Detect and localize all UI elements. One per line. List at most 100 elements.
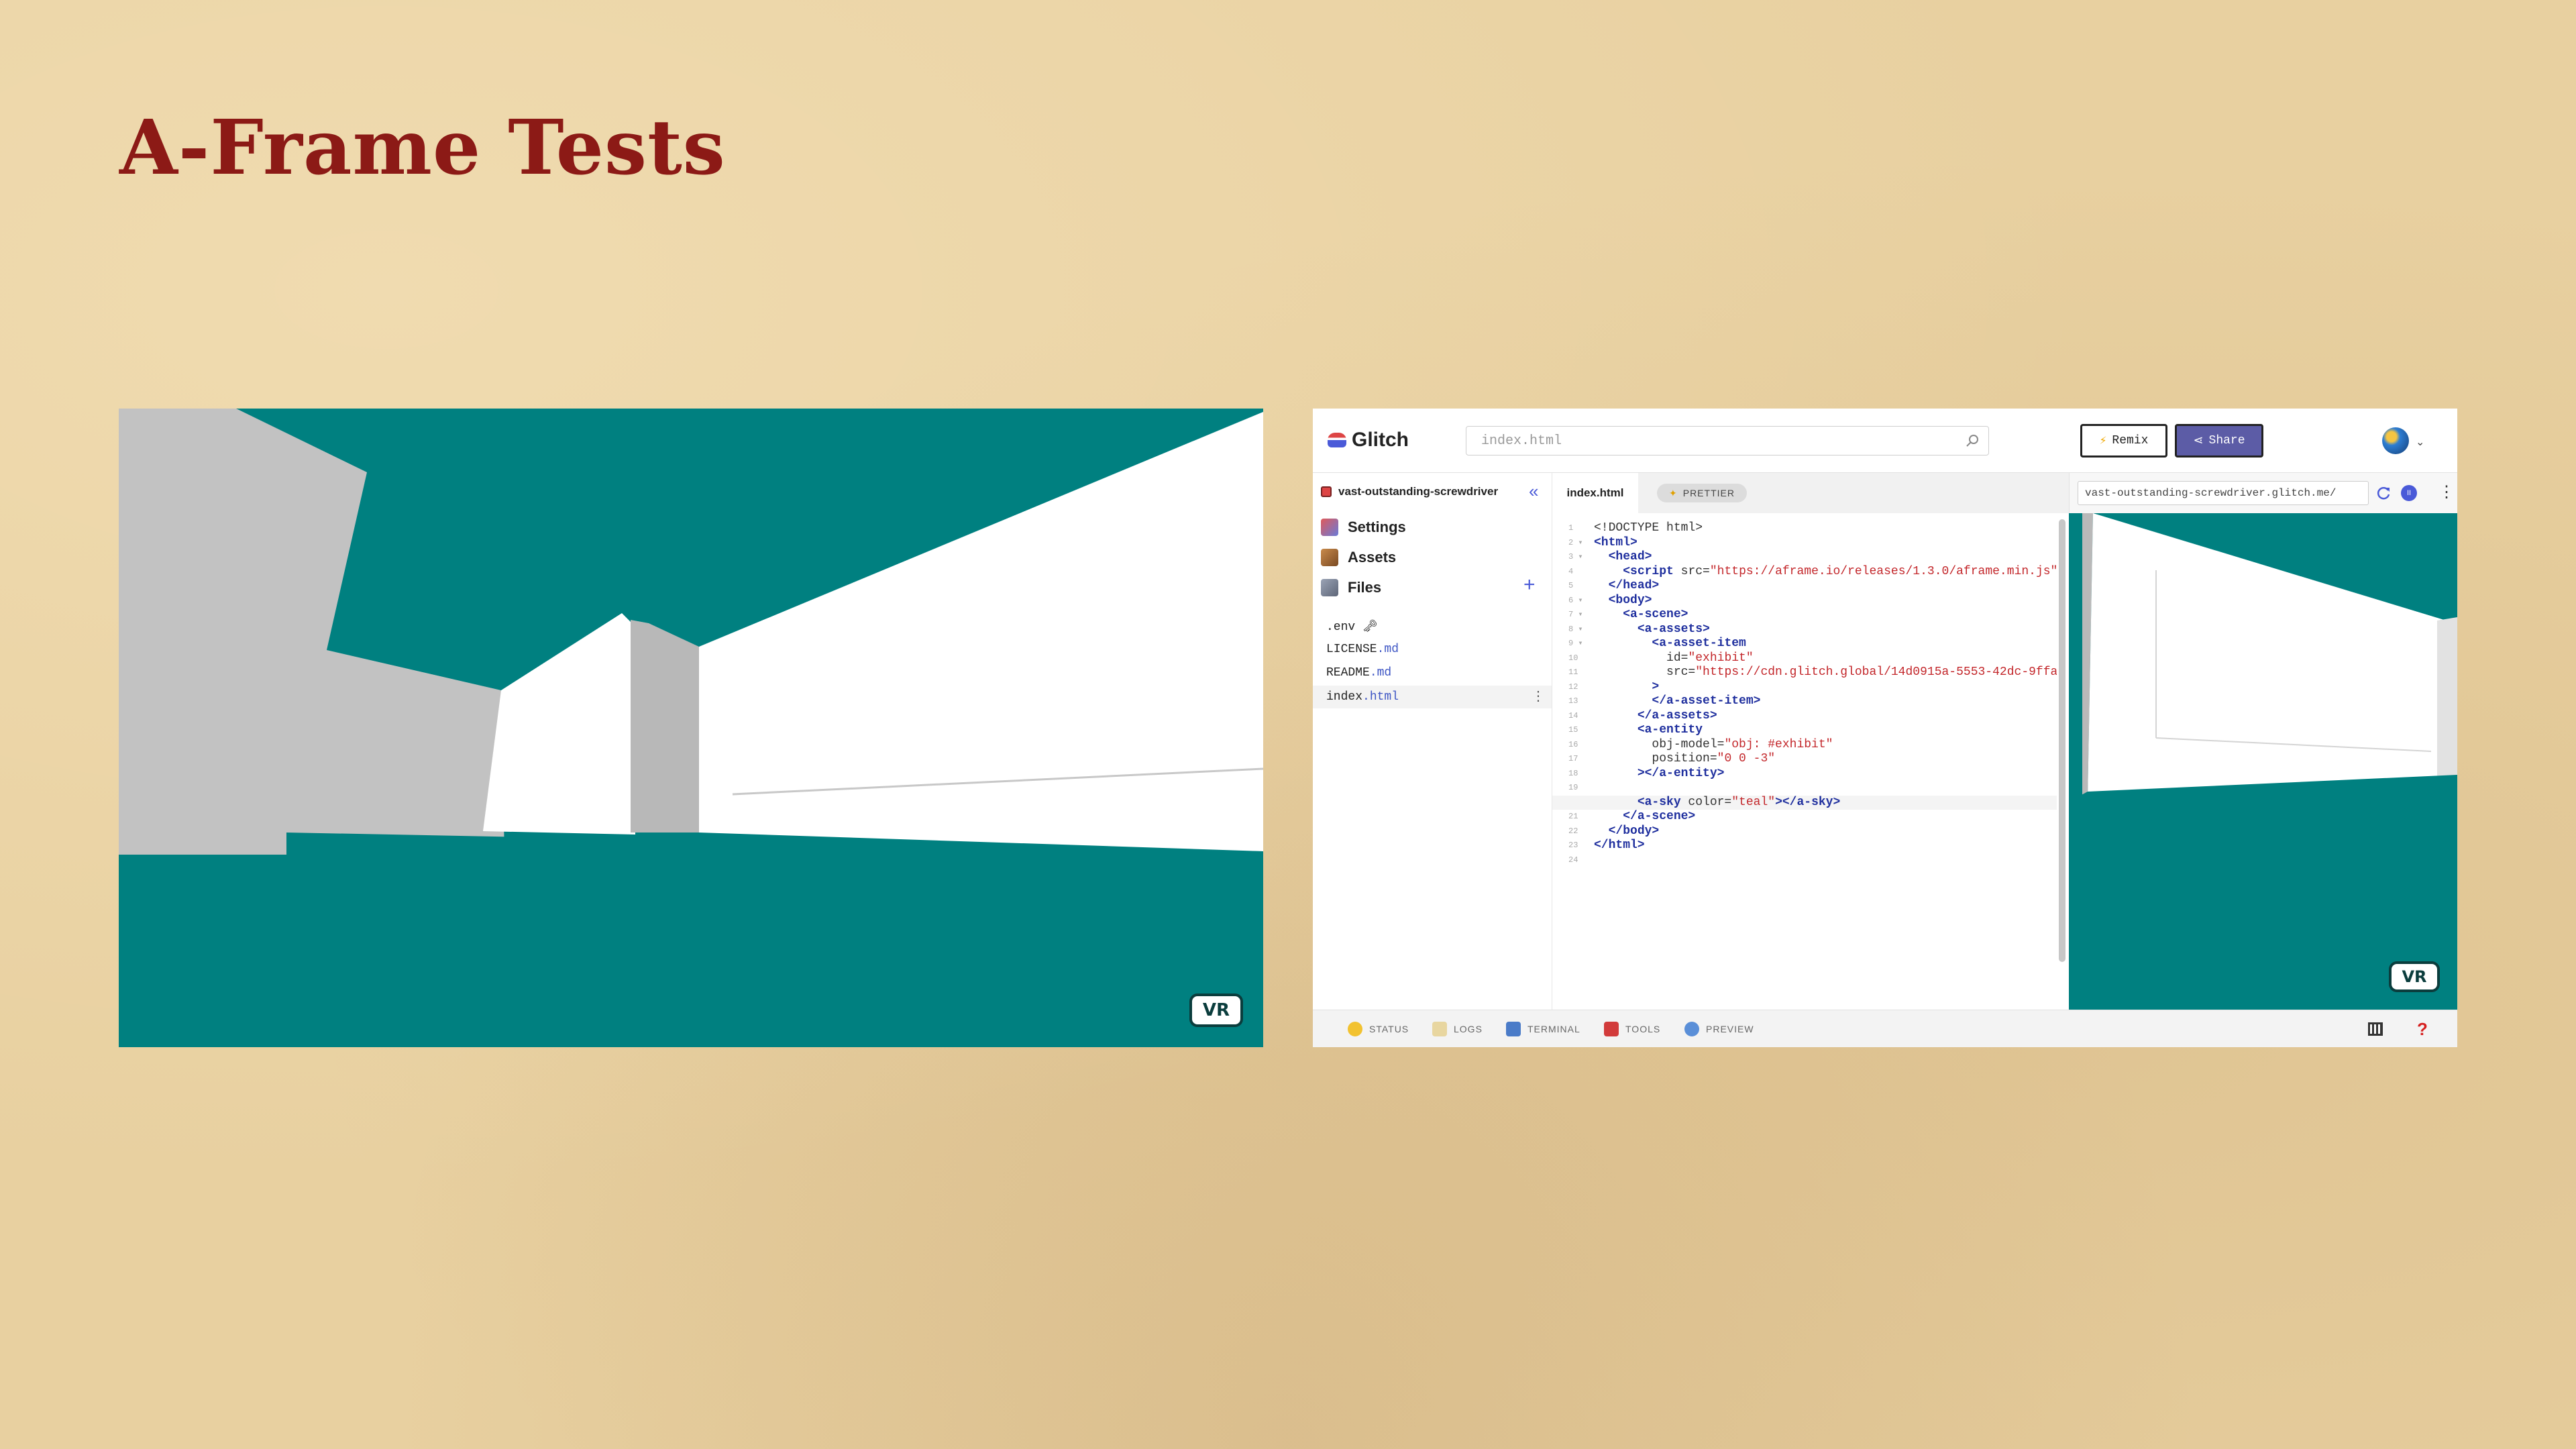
code-line[interactable]: ></a-entity> — [1594, 767, 2057, 782]
share-button[interactable]: ⋖ Share — [2175, 424, 2263, 458]
share-label: Share — [2208, 434, 2245, 447]
file-item-license[interactable]: LICENSE.md — [1326, 643, 1399, 656]
line-number: 16 — [1568, 739, 1578, 749]
vr-button[interactable]: VR — [1189, 994, 1243, 1027]
code-line[interactable]: <head> — [1594, 550, 2057, 565]
code-line[interactable]: <html> — [1594, 536, 2057, 551]
line-number: 17 — [1568, 754, 1578, 763]
remix-button[interactable]: ⚡ Remix — [2080, 424, 2167, 458]
pause-icon[interactable]: II — [2401, 485, 2417, 501]
code-token: "https://cdn.glitch.global/14d0915a-5553… — [1695, 665, 2057, 679]
prettier-button[interactable]: ✦ PRETTIER — [1657, 484, 1747, 502]
settings-label: Settings — [1348, 519, 1406, 535]
line-number: 4 — [1568, 566, 1574, 576]
code-line[interactable]: </html> — [1594, 839, 2057, 853]
file-options-icon[interactable]: ⋮ — [1532, 688, 1545, 704]
code-line[interactable]: <body> — [1594, 594, 2057, 608]
code-token: "0 0 -3" — [1717, 752, 1776, 765]
code-line[interactable]: > — [1594, 680, 2057, 695]
status-button[interactable]: STATUS — [1348, 1010, 1409, 1047]
code-line[interactable] — [1594, 781, 2057, 796]
preview-button[interactable]: PREVIEW — [1684, 1010, 1754, 1047]
code-token: color= — [1680, 795, 1732, 809]
code-line[interactable]: <a-entity — [1594, 723, 2057, 738]
file-item-readme[interactable]: README.md — [1326, 666, 1391, 680]
code-token: </head> — [1608, 579, 1660, 592]
line-number: 22 — [1568, 826, 1578, 836]
sidebar-item-settings[interactable]: Settings — [1321, 519, 1406, 536]
more-options-icon[interactable]: ⋮ — [2438, 482, 2455, 502]
tools-button[interactable]: TOOLS — [1604, 1010, 1660, 1047]
code-line[interactable]: obj-model="obj: #exhibit" — [1594, 738, 2057, 753]
line-number: 14 — [1568, 710, 1578, 720]
toolbox-icon — [1604, 1022, 1619, 1036]
code-token: <a-asset-item — [1652, 637, 1746, 650]
chevron-down-icon[interactable]: ⌄ — [2416, 435, 2424, 449]
line-number: 13 — [1568, 696, 1578, 706]
file-item-index[interactable]: index.html — [1313, 686, 1552, 708]
add-file-icon[interactable]: + — [1523, 574, 1536, 596]
code-editor[interactable]: 1 2 ▾ 3 ▾ 4 5 6 ▾ 7 ▾ 8 ▾ 9 ▾ 10 11 12 13 14 15 16 17 18 1… — [1552, 513, 2062, 1010]
code-line[interactable]: <a-asset-item — [1594, 637, 2057, 651]
logs-icon — [1432, 1022, 1447, 1036]
help-icon[interactable]: ? — [2417, 1020, 2436, 1038]
prettier-label: PRETTIER — [1682, 488, 1735, 498]
code-line[interactable]: <a-assets> — [1594, 623, 2057, 637]
code-lines[interactable]: <!DOCTYPE html> <html> <head> <script src… — [1552, 521, 2057, 868]
code-line[interactable]: </a-asset-item> — [1594, 694, 2057, 709]
status-label: STATUS — [1369, 1024, 1409, 1034]
key-icon: 🗝 — [1362, 621, 1378, 634]
code-token: <body> — [1608, 593, 1652, 607]
code-line[interactable]: src="https://cdn.glitch.global/14d0915a-… — [1594, 665, 2057, 680]
code-line[interactable]: <a-scene> — [1594, 608, 2057, 623]
editor-scrollbar[interactable] — [2059, 519, 2065, 962]
preview-scene-geometry — [2069, 513, 2457, 1010]
collapse-sidebar-icon[interactable]: « — [1529, 481, 1538, 502]
tab-index-html[interactable]: index.html — [1552, 473, 1638, 513]
keyboard-icon[interactable] — [2366, 1020, 2385, 1038]
line-number: 15 — [1568, 725, 1578, 735]
project-sidebar: vast-outstanding-screwdriver « Settings … — [1313, 473, 1552, 1010]
line-number: 19 — [1568, 783, 1578, 792]
preview-url-field[interactable]: vast-outstanding-screwdriver.glitch.me/ — [2078, 481, 2369, 505]
code-line[interactable]: position="0 0 -3" — [1594, 752, 2057, 767]
glitch-footer: STATUS LOGS TERMINAL TOOLS PREVIEW ? — [1313, 1010, 2457, 1047]
search-input[interactable]: index.html — [1466, 426, 1989, 455]
aframe-scene-left[interactable]: VR — [119, 409, 1263, 1047]
code-line[interactable] — [1594, 853, 2057, 868]
project-name-row[interactable]: vast-outstanding-screwdriver — [1321, 485, 1498, 498]
code-line[interactable]: </a-scene> — [1594, 810, 2057, 824]
code-token: ></a-sky> — [1775, 795, 1841, 809]
code-line[interactable]: </head> — [1594, 579, 2057, 594]
logs-button[interactable]: LOGS — [1432, 1010, 1483, 1047]
sidebar-item-assets[interactable]: Assets — [1321, 549, 1396, 566]
refresh-icon[interactable] — [2375, 485, 2392, 501]
code-token: </a-asset-item> — [1652, 694, 1761, 708]
code-line[interactable]: <script src="https://aframe.io/releases/… — [1594, 565, 2057, 580]
glitch-editor: Glitch index.html ⚡ Remix ⋖ Share ⌄ vast… — [1313, 409, 2457, 1047]
files-icon — [1321, 579, 1338, 596]
user-avatar[interactable] — [2382, 427, 2409, 454]
code-line[interactable]: <a-sky color="teal"></a-sky> — [1552, 795, 2057, 810]
line-number: 5 — [1568, 581, 1574, 590]
code-line[interactable]: </body> — [1594, 824, 2057, 839]
preview-vr-button[interactable]: VR — [2389, 961, 2440, 992]
glitch-logo[interactable]: Glitch — [1328, 429, 1409, 451]
sidebar-item-files[interactable]: Files — [1321, 579, 1381, 596]
preview-scene[interactable]: VR — [2069, 513, 2457, 1010]
line-number: 24 — [1568, 855, 1578, 865]
code-line[interactable]: id="exhibit" — [1594, 651, 2057, 666]
terminal-button[interactable]: TERMINAL — [1506, 1010, 1580, 1047]
code-line[interactable]: <!DOCTYPE html> — [1594, 521, 2057, 536]
code-line[interactable]: </a-assets> — [1594, 709, 2057, 724]
project-name: vast-outstanding-screwdriver — [1338, 485, 1499, 498]
file-item-env[interactable]: .env 🗝 — [1326, 619, 1378, 634]
